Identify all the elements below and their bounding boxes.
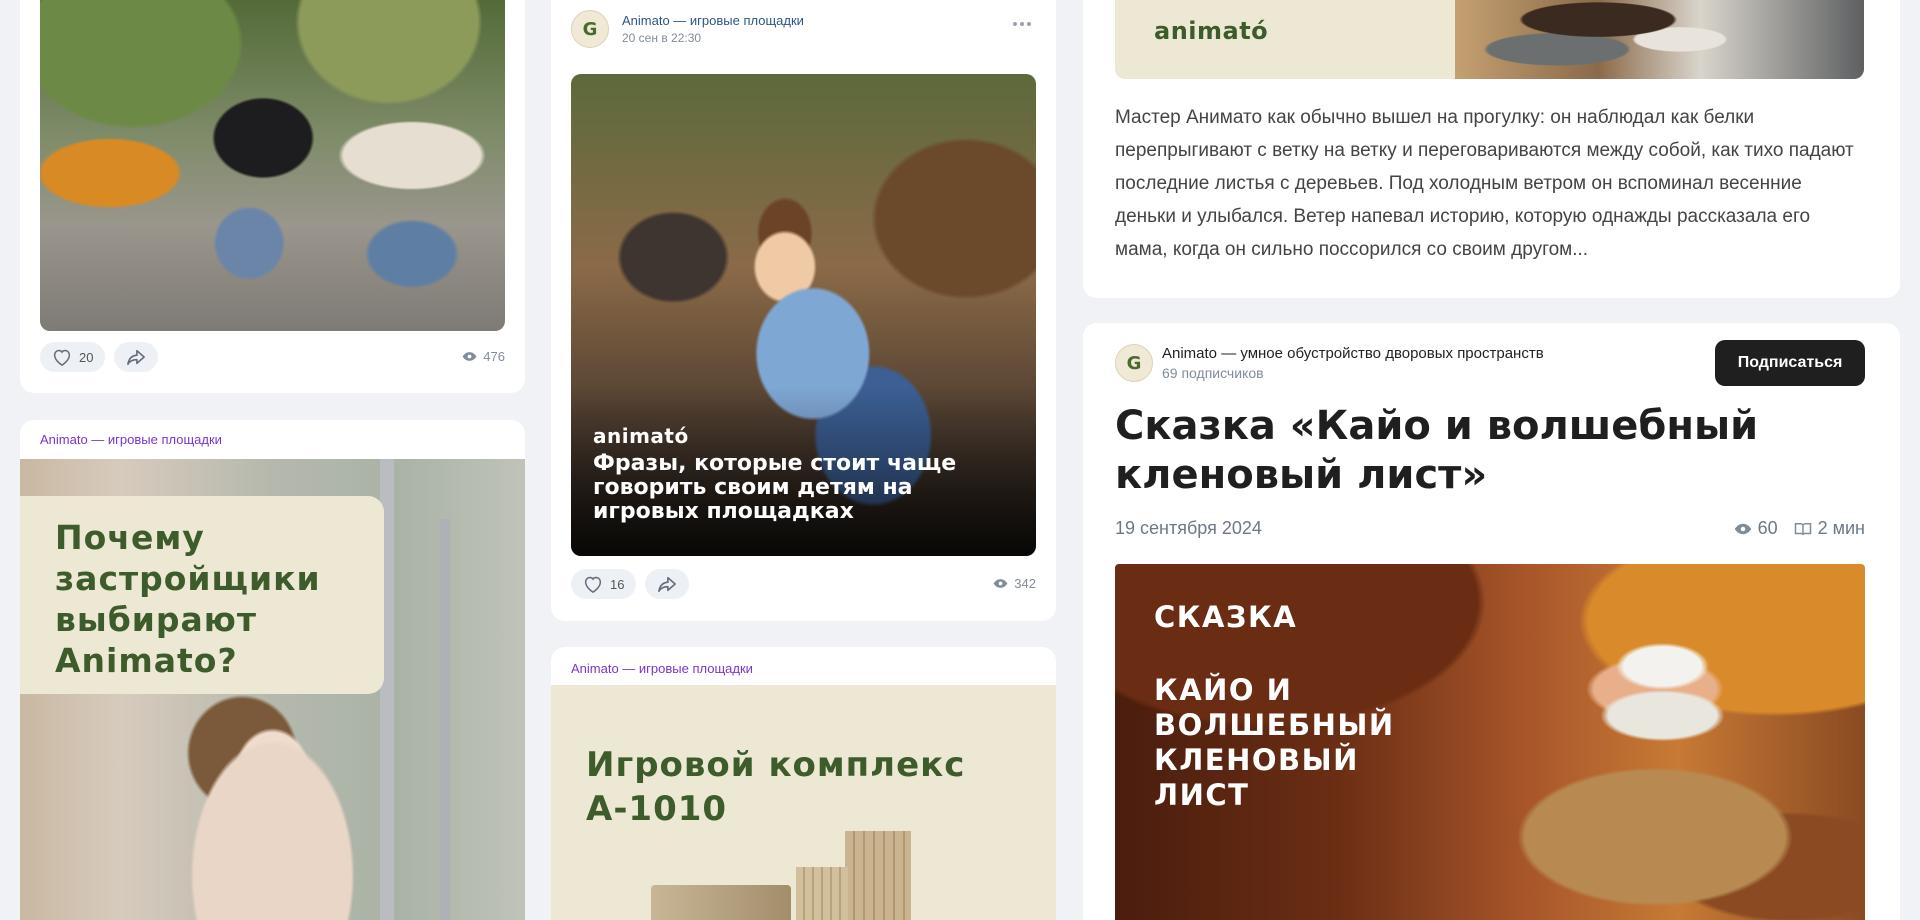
post-card-story-excerpt: animató Мастер Анимато как обычно вышел … — [1083, 0, 1900, 298]
avatar[interactable]: G — [571, 10, 609, 48]
subscribe-button[interactable]: Подписаться — [1715, 340, 1865, 386]
post-card-complex: Animato — игровые площадки Игровой компл… — [551, 647, 1056, 920]
share-icon — [127, 349, 145, 366]
post-card-developers: Animato — игровые площадки Почему застро… — [20, 420, 525, 920]
cover-title-1: СКАЗКА — [1154, 600, 1298, 634]
article-card: G Animato — умное обустройство дворовых … — [1083, 323, 1900, 920]
banner-photo — [1455, 0, 1864, 79]
post-card-swing: G Animato — игровые площадки 20 сен в 22… — [551, 0, 1056, 621]
eye-icon — [1734, 523, 1751, 534]
banner-logo: animató — [1154, 17, 1269, 45]
source-link[interactable]: Animato — игровые площадки — [571, 661, 753, 676]
views-counter: 342 — [993, 576, 1036, 591]
share-icon — [658, 576, 676, 593]
book-icon — [1794, 522, 1811, 535]
article-read-time: 2 мин — [1817, 518, 1865, 538]
heart-icon — [53, 349, 71, 366]
post-date[interactable]: 20 сен в 22:30 — [622, 31, 701, 45]
like-button[interactable]: 16 — [571, 569, 637, 599]
avatar-letter: G — [582, 18, 598, 40]
article-date-text: 19 сентября 2024 — [1115, 518, 1262, 538]
like-count: 20 — [79, 349, 94, 365]
image-headline: Почему застройщики выбирают Animato? — [55, 518, 321, 680]
post-image-complex[interactable]: Игровой комплекс А-1010 — [551, 685, 1056, 920]
image-logo: animató — [593, 424, 689, 448]
more-icon — [1013, 22, 1031, 26]
heart-icon — [584, 576, 602, 593]
cover-title-2: КАЙО И ВОЛШЕБНЫЙ КЛЕНОВЫЙ ЛИСТ — [1154, 673, 1395, 812]
more-button[interactable] — [1010, 16, 1034, 32]
views-counter: 476 — [462, 349, 505, 364]
article-cover[interactable]: СКАЗКА КАЙО И ВОЛШЕБНЫЙ КЛЕНОВЫЙ ЛИСТ — [1115, 564, 1865, 920]
views-count: 342 — [1014, 576, 1036, 591]
source-link[interactable]: Animato — игровые площадки — [40, 432, 222, 447]
story-excerpt-text[interactable]: Мастер Анимато как обычно вышел на прогу… — [1115, 101, 1867, 266]
post-card-family-walk: 20 476 — [20, 0, 525, 393]
image-caption: Фразы, которые стоит чаще говорить своим… — [593, 451, 957, 524]
story-banner[interactable]: animató — [1115, 0, 1864, 79]
subscriber-count: 69 подписчиков — [1162, 365, 1264, 381]
post-photo-swing[interactable]: animató Фразы, которые стоит чаще говори… — [571, 74, 1036, 556]
share-button[interactable] — [114, 342, 158, 372]
like-count: 16 — [610, 576, 625, 592]
image-headline: Игровой комплекс А-1010 — [586, 745, 966, 829]
playground-tower — [845, 831, 911, 920]
eye-icon — [993, 579, 1008, 588]
like-button[interactable]: 20 — [40, 342, 106, 372]
article-title[interactable]: Сказка «Кайо и волшебный кленовый лист» — [1115, 402, 1835, 500]
article-date: 19 сентября 2024 — [1115, 518, 1262, 539]
views-count: 476 — [483, 349, 505, 364]
channel-avatar[interactable]: G — [1115, 344, 1153, 382]
playground-model — [651, 885, 791, 920]
article-stats: 60 2 мин — [1734, 518, 1865, 539]
article-views: 60 — [1757, 518, 1778, 538]
share-button[interactable] — [645, 569, 689, 599]
rail-bar — [440, 519, 450, 920]
post-author[interactable]: Animato — игровые площадки — [622, 13, 804, 28]
eye-icon — [462, 352, 477, 361]
post-photo-family-walk[interactable] — [40, 0, 505, 331]
post-image-developers[interactable]: Почему застройщики выбирают Animato? — [20, 459, 525, 920]
playground-tower — [796, 867, 848, 920]
channel-name[interactable]: Animato — умное обустройство дворовых пр… — [1162, 345, 1544, 362]
avatar-letter: G — [1126, 352, 1142, 374]
